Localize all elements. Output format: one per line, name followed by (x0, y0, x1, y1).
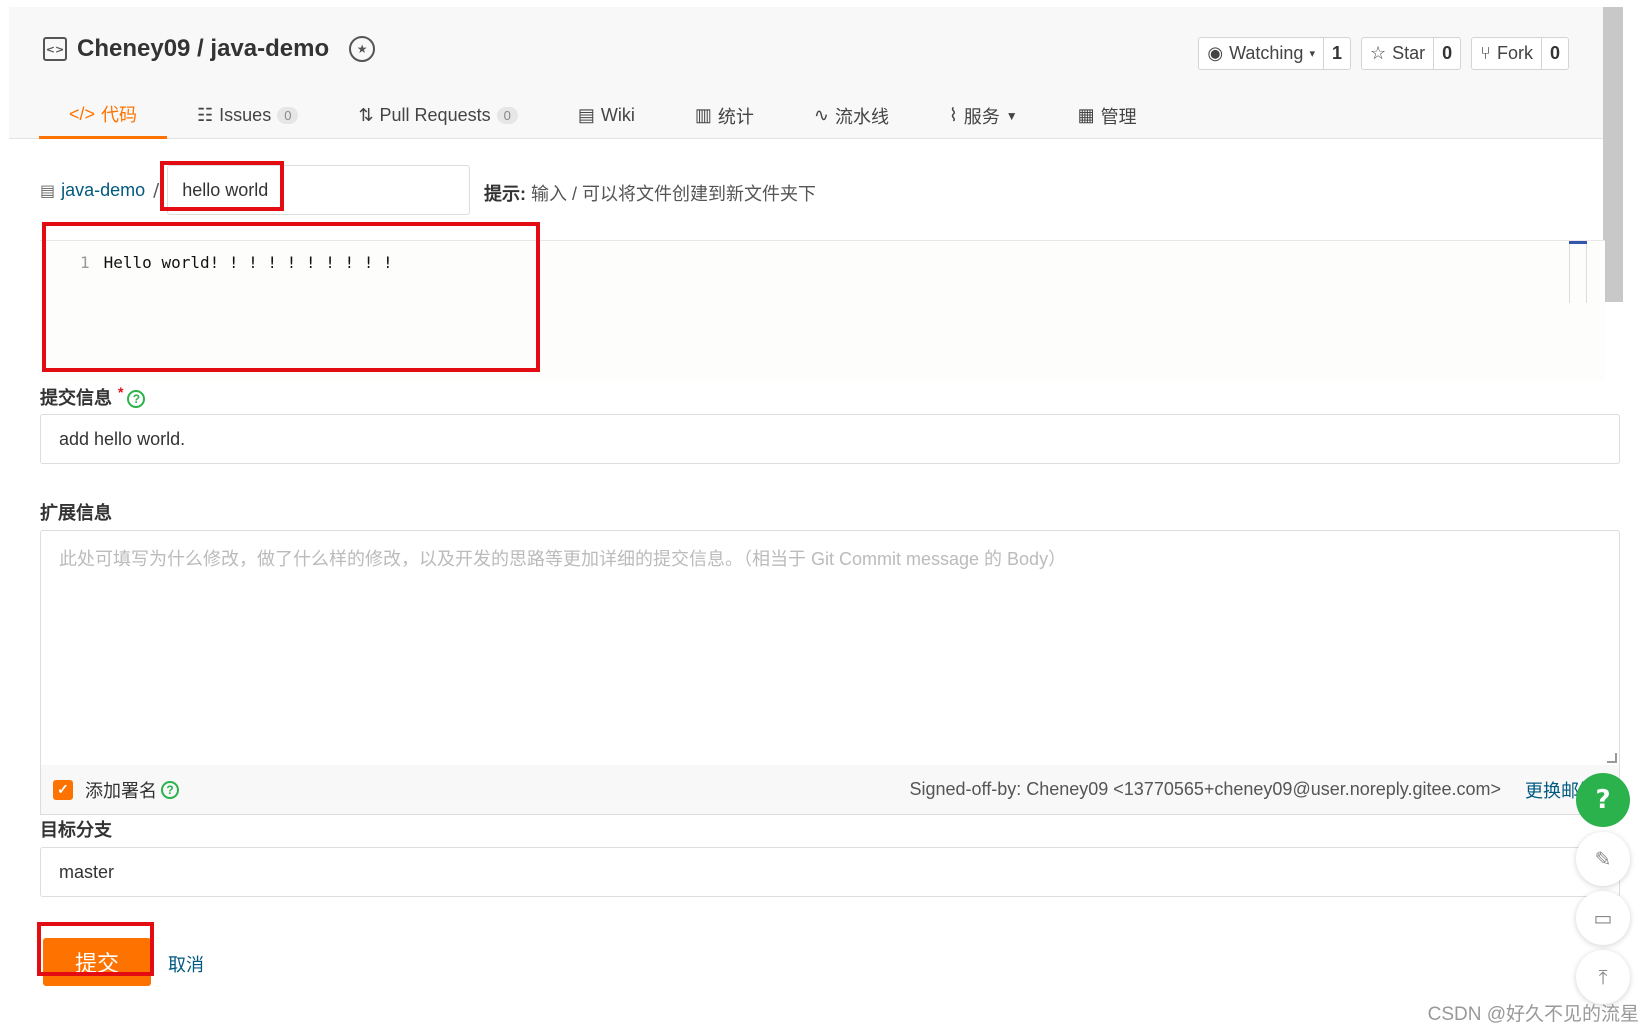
comment-icon: ▭ (1593, 906, 1613, 930)
repo-title-row: <> Cheney09 / java-demo ★ (43, 35, 376, 63)
repo-actions: ◉ Watching ▾ 1 ☆ Star 0 ⑂ Fork 0 (1198, 37, 1569, 70)
tab-manage[interactable]: ▦ 管理 (1048, 92, 1167, 139)
commit-message-label: 提交信息 *? (40, 384, 146, 410)
page-scrollbar[interactable] (1603, 7, 1623, 302)
issues-icon: ☷ (197, 105, 214, 125)
extended-info-placeholder: 此处可填写为什么修改，做了什么样的修改，以及开发的思路等更加详细的提交信息。（相… (59, 549, 1067, 569)
extended-info-textarea[interactable]: 此处可填写为什么修改，做了什么样的修改，以及开发的思路等更加详细的提交信息。（相… (40, 530, 1620, 766)
stats-icon: ▥ (694, 105, 712, 125)
target-branch-label: 目标分支 (40, 820, 112, 840)
tab-service[interactable]: ⌇ 服务 ▼ (919, 92, 1048, 139)
repo-title[interactable]: Cheney09 / java-demo (77, 35, 329, 63)
watermark: CSDN @好久不见的流星 (1427, 1004, 1639, 1025)
signoff-row: ✓ 添加署名 ? Signed-off-by: Cheney09 <137705… (40, 765, 1620, 815)
editor-highlight-box (42, 222, 540, 372)
tab-pull-requests[interactable]: ⇅ Pull Requests 0 (328, 92, 547, 139)
submit-highlight-box (37, 922, 154, 976)
chevron-down-icon: ▼ (1005, 108, 1018, 123)
help-circle-icon[interactable]: ? (161, 780, 179, 799)
fork-button[interactable]: ⑂ Fork 0 (1471, 37, 1569, 70)
editor-scrollbar[interactable] (1569, 241, 1587, 303)
star-count[interactable]: 0 (1433, 38, 1460, 69)
comment-button[interactable]: ▭ (1576, 891, 1630, 945)
edit-icon: ✎ (1594, 847, 1612, 871)
target-branch-input[interactable]: master (40, 847, 1620, 897)
commit-message-input[interactable]: add hello world. (40, 414, 1620, 464)
breadcrumb-separator: / (153, 179, 160, 201)
pipeline-icon: ∿ (813, 105, 829, 125)
signoff-text: Signed-off-by: Cheney09 <13770565+cheney… (909, 779, 1501, 799)
wiki-icon: ▤ (577, 105, 595, 125)
fork-count[interactable]: 0 (1540, 38, 1568, 69)
back-to-top-button[interactable]: ⤒ (1576, 950, 1630, 1004)
signoff-checkbox-label: 添加署名 (85, 780, 157, 801)
pull-request-icon: ⇅ (358, 105, 374, 125)
service-icon: ⌇ (948, 105, 958, 125)
resize-grip-icon[interactable] (1607, 753, 1617, 763)
fork-icon: ⑂ (1480, 43, 1491, 63)
watch-button[interactable]: ◉ Watching ▾ 1 (1198, 37, 1351, 70)
help-circle-icon[interactable]: ? (127, 390, 146, 409)
file-icon: ▤ (40, 180, 56, 200)
arrow-up-icon: ⤒ (1598, 965, 1608, 989)
repo-tabs: </> 代码 ☷ Issues 0 ⇅ Pull Requests 0 ▤ Wi… (39, 92, 1167, 139)
gvp-badge-icon[interactable]: ★ (349, 36, 376, 62)
breadcrumb-repo-link[interactable]: java-demo (61, 180, 145, 201)
tab-issues[interactable]: ☷ Issues 0 (167, 92, 328, 139)
signoff-checkbox[interactable]: ✓ (53, 779, 73, 800)
extended-info-label: 扩展信息 (40, 503, 112, 523)
code-icon: </> (69, 103, 96, 124)
pull-requests-count: 0 (496, 107, 518, 124)
tab-pipeline[interactable]: ∿ 流水线 (784, 92, 919, 139)
code-repo-icon: <> (43, 37, 67, 61)
star-icon: ☆ (1370, 43, 1387, 63)
cancel-link[interactable]: 取消 (168, 951, 204, 977)
chevron-down-icon: ▾ (1309, 48, 1315, 60)
watch-count[interactable]: 1 (1322, 38, 1350, 69)
help-button[interactable]: ? (1576, 773, 1630, 827)
star-button[interactable]: ☆ Star 0 (1361, 37, 1462, 70)
required-mark: * (118, 384, 124, 400)
tab-stats[interactable]: ▥ 统计 (665, 92, 784, 139)
tab-code[interactable]: </> 代码 (39, 92, 168, 139)
hint-text: 输入 / 可以将文件创建到新文件夹下 (531, 184, 817, 204)
hint-label: 提示: (484, 184, 526, 204)
filename-highlight-box (160, 161, 284, 211)
tab-wiki[interactable]: ▤ Wiki (548, 92, 665, 139)
repo-header: <> Cheney09 / java-demo ★ ◉ Watching ▾ 1 ☆… (9, 7, 1603, 139)
manage-icon: ▦ (1077, 105, 1095, 125)
edit-feedback-button[interactable]: ✎ (1576, 832, 1630, 886)
filename-hint: 提示: 输入 / 可以将文件创建到新文件夹下 (484, 180, 816, 206)
issues-count: 0 (277, 107, 299, 124)
eye-icon: ◉ (1207, 43, 1224, 63)
page: <> Cheney09 / java-demo ★ ◉ Watching ▾ 1 ☆… (0, 0, 1651, 1032)
